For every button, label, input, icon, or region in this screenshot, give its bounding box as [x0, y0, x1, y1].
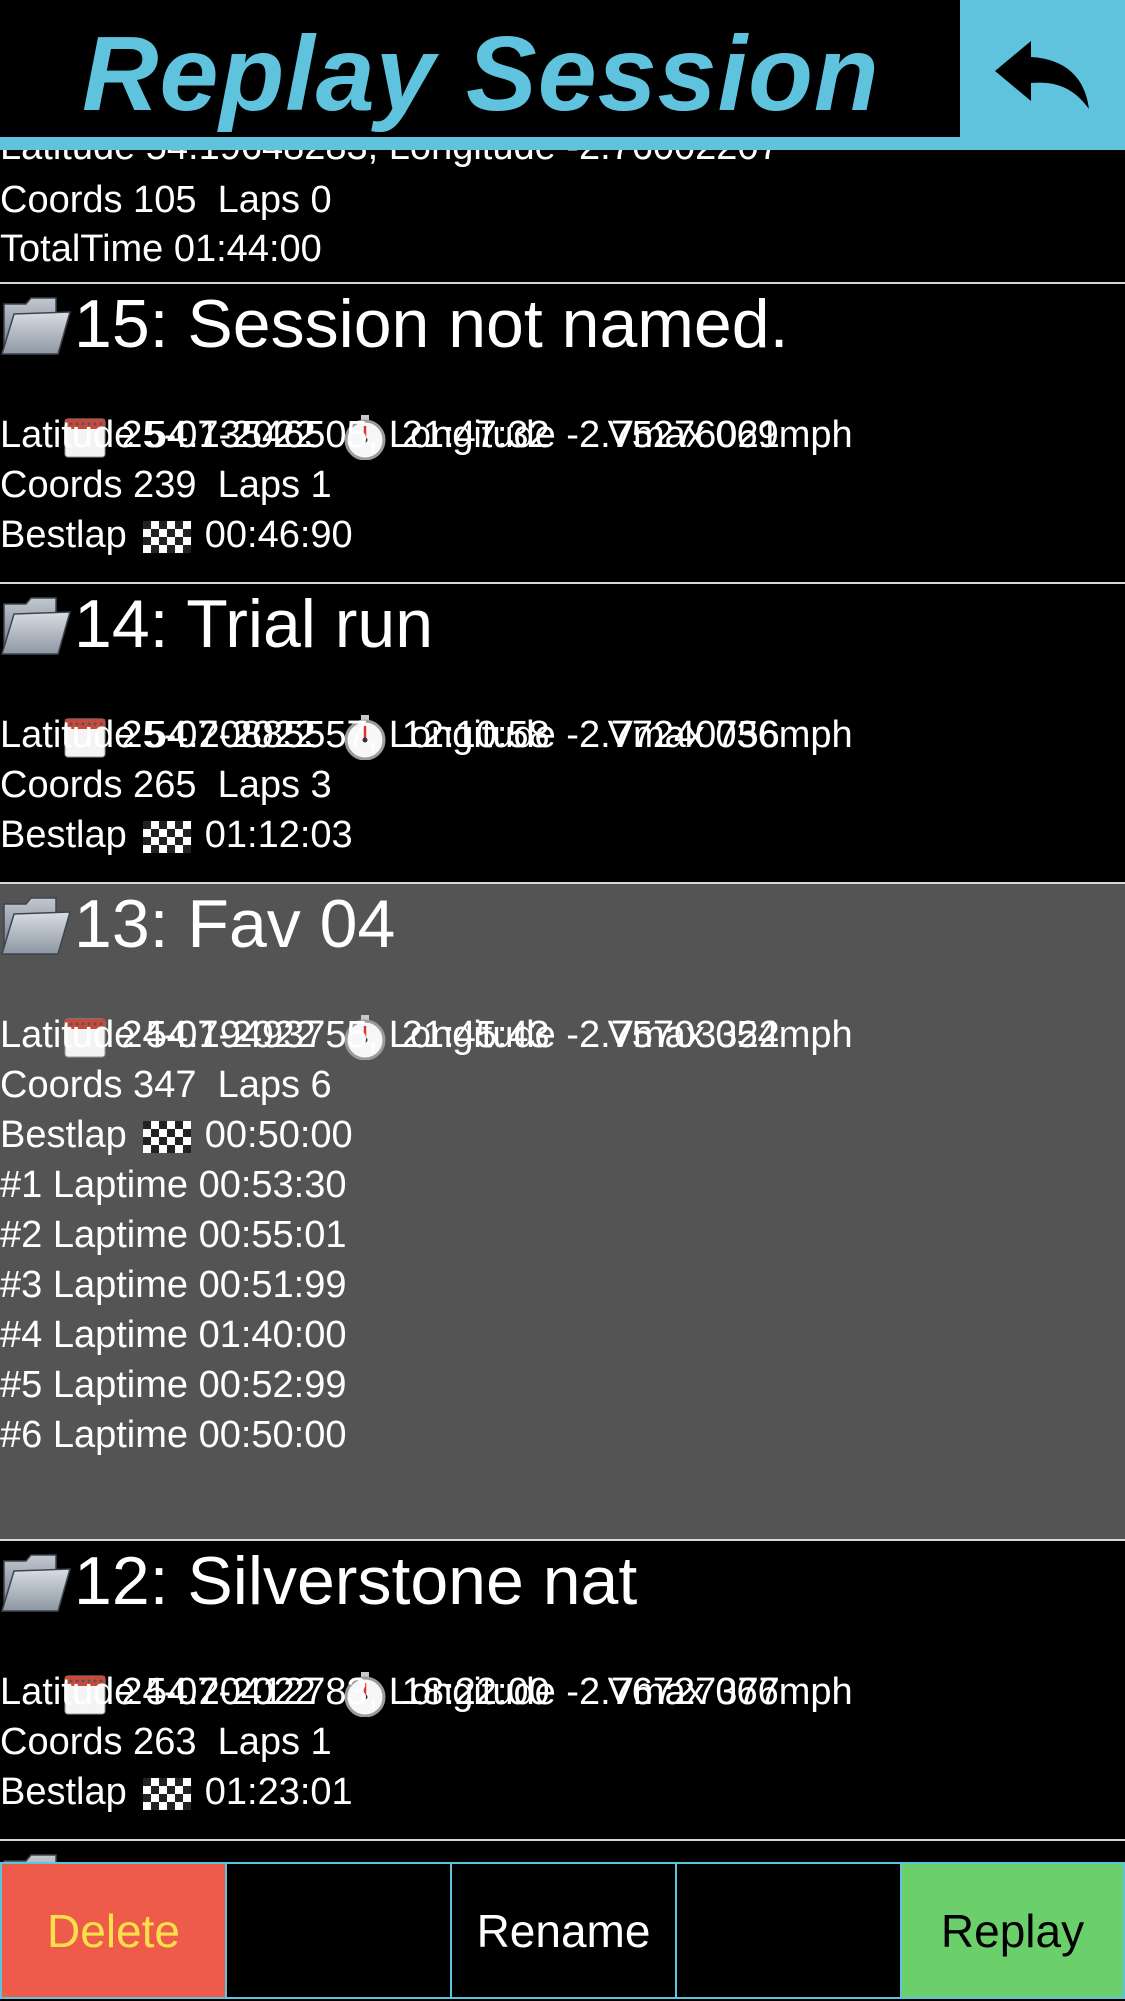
- rename-button[interactable]: Rename: [450, 1862, 677, 1999]
- page-title: Replay Session: [82, 15, 880, 133]
- lap-time: #2 Laptime 00:55:01: [0, 1214, 347, 1256]
- lap-time: #5 Laptime 00:52:99: [0, 1364, 347, 1406]
- session-position: Latitude 54.20412783, Longitude -2.76727…: [0, 1671, 780, 1713]
- session-row-selected[interactable]: 13: Fav 04 24-07-2022 21:45:43 Vmax 054mph…: [0, 884, 1125, 1539]
- folder-icon: [1, 1554, 71, 1612]
- lap-time: #4 Laptime 01:40:00: [0, 1314, 347, 1356]
- session-title: 15: Session not named.: [74, 286, 789, 362]
- header-divider: [0, 137, 1125, 150]
- session-coords-laps: Coords 265 Laps 3: [0, 764, 332, 806]
- replay-button[interactable]: Replay: [900, 1862, 1125, 1999]
- session-list[interactable]: Latitude 54.19648283, Longitude -2.76002…: [0, 150, 1125, 1862]
- folder-icon: [1, 1854, 71, 1862]
- session-coords-laps: Coords 239 Laps 1: [0, 464, 332, 506]
- bottom-toolbar: Delete Rename Replay: [0, 1862, 1125, 2001]
- header: Replay Session: [0, 0, 1125, 150]
- lap-time: #3 Laptime 00:51:99: [0, 1264, 347, 1306]
- folder-icon: [1, 597, 71, 655]
- lap-time: #1 Laptime 00:53:30: [0, 1164, 347, 1206]
- empty-button[interactable]: [225, 1862, 452, 1999]
- session-row[interactable]: 15: Session not named. 25-07-2022 21:47:3…: [0, 284, 1125, 582]
- checkered-flag-icon: [142, 520, 191, 553]
- session-row[interactable]: 12: Silverstone nat 24-07-2022 18:22:00 Vm…: [0, 1541, 1125, 1839]
- folder-icon: [1, 297, 71, 355]
- delete-button[interactable]: Delete: [0, 1862, 227, 1999]
- empty-button[interactable]: [675, 1862, 902, 1999]
- folder-icon: [1, 897, 71, 955]
- bestlap-time: 01:12:03: [204, 814, 353, 856]
- session-position: Latitude 54.19493755, Longitude -2.75703…: [0, 1014, 780, 1056]
- back-button[interactable]: [960, 0, 1125, 150]
- session-row-partial[interactable]: [0, 1841, 1125, 1862]
- session-row[interactable]: 14: Trial run 25-07-2022 12:10:58 Vmax 036…: [0, 584, 1125, 882]
- session-coords-laps: Coords 105 Laps 0: [0, 179, 332, 221]
- session-position: Latitude 54.20885557, Longitude -2.77240…: [0, 714, 780, 756]
- bestlap-label: Bestlap: [0, 814, 127, 856]
- session-coords-laps: Coords 347 Laps 6: [0, 1064, 332, 1106]
- checkered-flag-icon: [142, 1777, 191, 1810]
- checkered-flag-icon: [142, 1120, 191, 1153]
- session-title: 12: Silverstone nat: [74, 1543, 638, 1619]
- session-row-partial[interactable]: Latitude 54.19648283, Longitude -2.76002…: [0, 150, 1125, 282]
- bestlap-time: 00:50:00: [204, 1114, 353, 1156]
- session-position: Latitude 54.19648283, Longitude -2.76002…: [0, 150, 780, 172]
- bestlap-time: 00:46:90: [204, 514, 353, 556]
- bestlap-label: Bestlap: [0, 514, 127, 556]
- bestlap-label: Bestlap: [0, 1114, 127, 1156]
- back-arrow-icon: [994, 41, 1089, 109]
- bestlap-label: Bestlap: [0, 1771, 127, 1813]
- session-title: 14: Trial run: [74, 586, 434, 662]
- lap-time: #6 Laptime 00:50:00: [0, 1414, 347, 1456]
- session-position: Latitude 54.13546505, Longitude -2.75276…: [0, 414, 780, 456]
- bestlap-time: 01:23:01: [204, 1771, 353, 1813]
- checkered-flag-icon: [142, 820, 191, 853]
- session-coords-laps: Coords 263 Laps 1: [0, 1721, 332, 1763]
- session-total-time: TotalTime 01:44:00: [0, 228, 322, 270]
- session-title: 13: Fav 04: [74, 886, 396, 962]
